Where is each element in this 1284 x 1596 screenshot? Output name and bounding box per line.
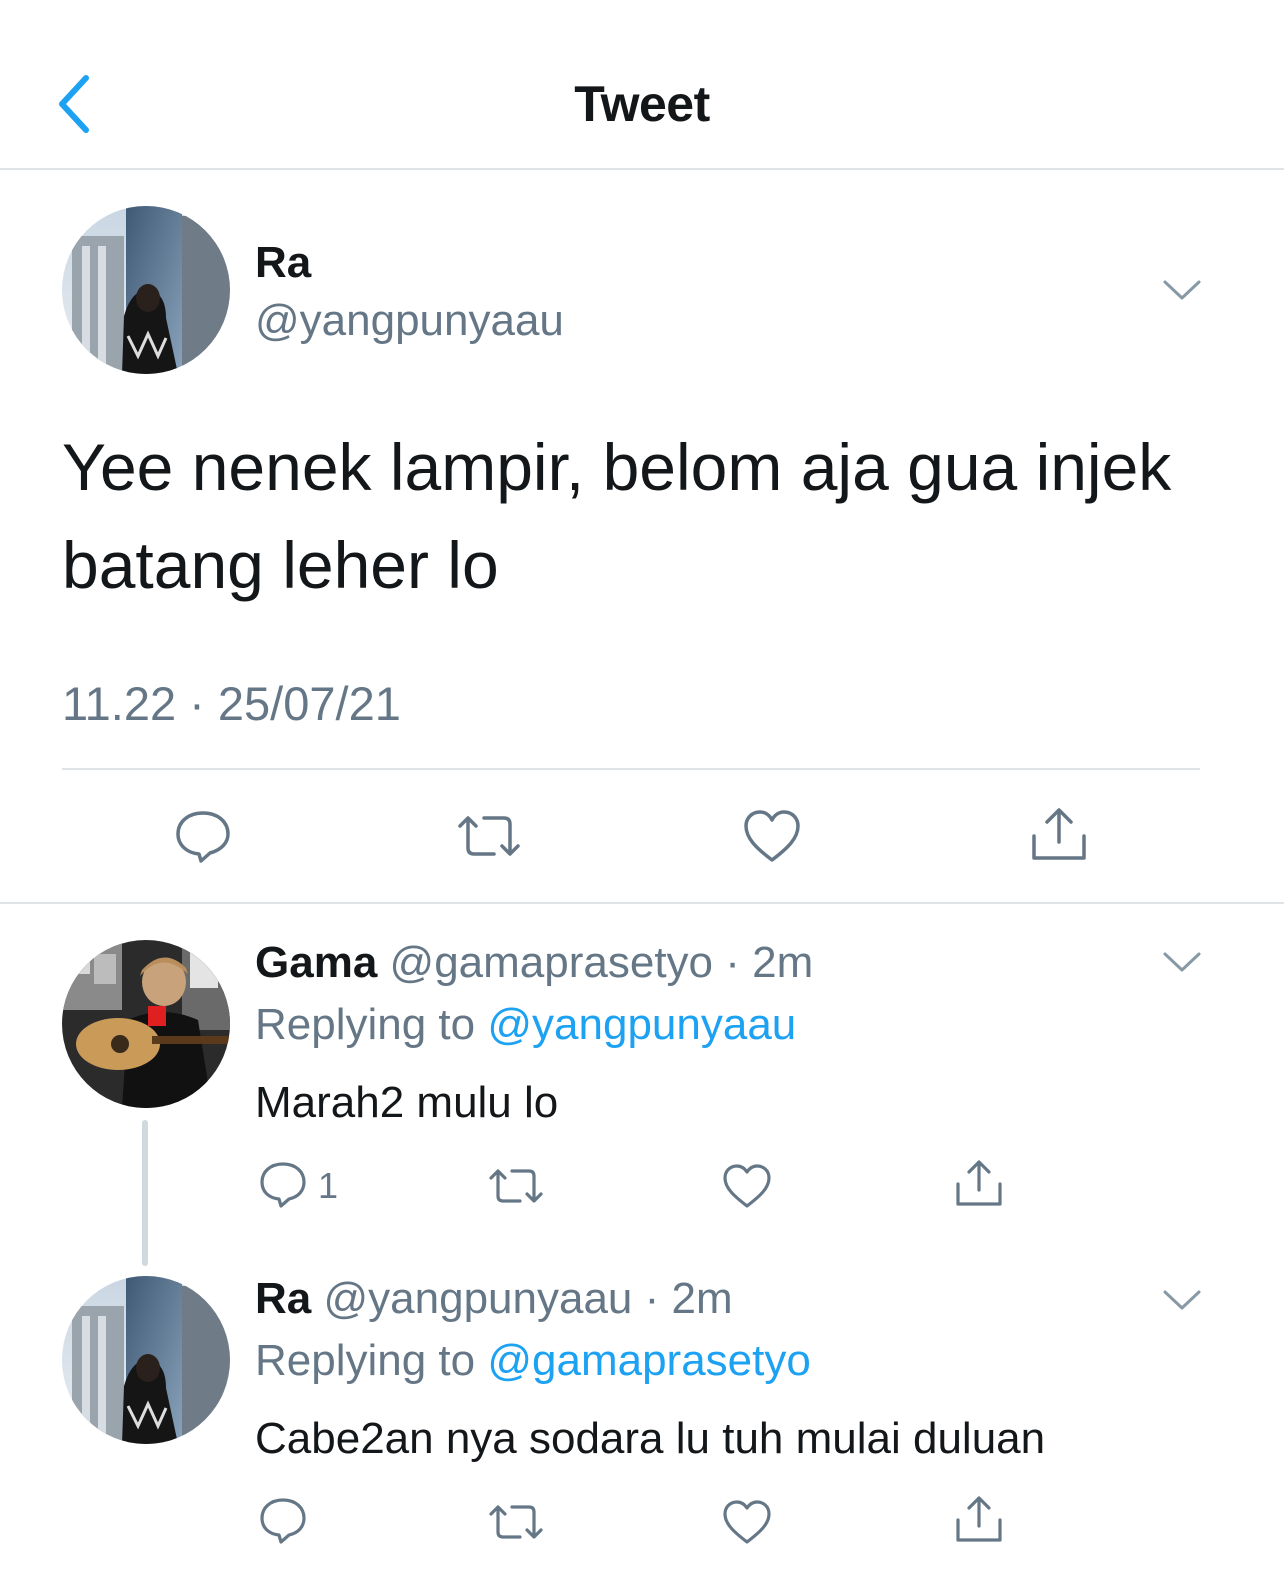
replying-prefix: Replying to (255, 1336, 488, 1385)
retweet-button[interactable] (454, 810, 524, 867)
retweet-icon (489, 1169, 543, 1203)
reply-text: Marah2 mulu lo (255, 1078, 559, 1127)
reply-count: 1 (318, 1165, 339, 1206)
reply-author-name[interactable]: Ra (255, 1274, 311, 1323)
reply-icon (176, 811, 230, 863)
author-handle[interactable]: @yangpunyaau (255, 296, 564, 346)
like-button[interactable] (722, 1162, 772, 1215)
avatar[interactable] (62, 940, 230, 1108)
header-divider (0, 168, 1284, 170)
chevron-down-icon (1163, 1290, 1201, 1310)
reply-header: Gama @gamaprasetyo · 2m (255, 936, 813, 990)
replying-to: Replying to @gamaprasetyo (255, 1334, 811, 1388)
mention-link[interactable]: @gamaprasetyo (487, 1336, 811, 1385)
reply-author-name[interactable]: Gama (255, 938, 377, 987)
reply-header: Ra @yangpunyaau · 2m (255, 1272, 733, 1326)
chevron-down-icon (1163, 952, 1201, 972)
avatar-image (62, 206, 230, 374)
tweet-timestamp: 11.22 · 25/07/21 (62, 677, 401, 730)
avatar[interactable] (62, 206, 230, 374)
reply-icon (260, 1162, 306, 1208)
retweet-button[interactable] (486, 1164, 546, 1213)
thread-line (142, 1120, 148, 1266)
retweet-button[interactable] (486, 1500, 546, 1549)
chevron-down-icon (1163, 280, 1201, 300)
reply-options-button[interactable] (1162, 950, 1202, 974)
like-icon (744, 810, 800, 862)
reply-icon (260, 1498, 306, 1544)
avatar[interactable] (62, 1276, 230, 1444)
mention-link[interactable]: @yangpunyaau (487, 1000, 796, 1049)
page-title: Tweet (574, 76, 710, 132)
reply-button[interactable] (258, 1160, 308, 1215)
share-button[interactable] (1030, 806, 1088, 869)
tweet-text-line1: Yee nenek lampir, belom aja gua injek (62, 430, 1172, 504)
share-icon (956, 1160, 1002, 1206)
like-icon (723, 1500, 771, 1544)
share-icon (1032, 808, 1086, 860)
like-button[interactable] (742, 808, 802, 869)
actions-divider (62, 768, 1200, 770)
reply-options-button[interactable] (1162, 1288, 1202, 1312)
replying-to: Replying to @yangpunyaau (255, 998, 796, 1052)
reply-button[interactable] (258, 1496, 308, 1551)
like-icon (723, 1164, 771, 1208)
retweet-icon (458, 816, 520, 856)
section-divider (0, 902, 1284, 904)
share-icon (956, 1496, 1002, 1542)
reply-text: Cabe2an nya sodara lu tuh mulai duluan (255, 1414, 1046, 1463)
tweet-text-line2: batang leher lo (62, 528, 499, 602)
reply-handle-time[interactable]: @gamaprasetyo · 2m (390, 938, 814, 987)
tweet-options-button[interactable] (1162, 278, 1202, 302)
replying-prefix: Replying to (255, 1000, 488, 1049)
avatar-image (62, 1276, 230, 1444)
avatar-image (62, 940, 230, 1108)
reply-handle-time[interactable]: @yangpunyaau · 2m (323, 1274, 732, 1323)
retweet-icon (489, 1505, 543, 1539)
share-button[interactable] (954, 1494, 1004, 1551)
author-name[interactable]: Ra (255, 238, 311, 288)
like-button[interactable] (722, 1498, 772, 1551)
reply-button[interactable] (174, 808, 232, 869)
share-button[interactable] (954, 1158, 1004, 1215)
